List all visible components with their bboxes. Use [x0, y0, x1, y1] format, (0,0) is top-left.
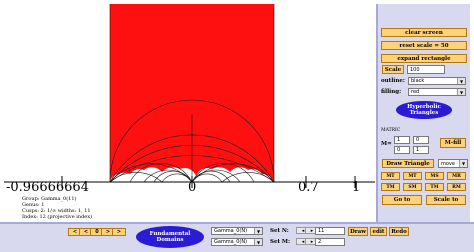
matrix-entry-11[interactable]: 1: [394, 136, 410, 144]
draw-triangle-button[interactable]: Draw Triangle: [382, 159, 434, 168]
outline-value: black: [411, 78, 425, 84]
draw-mode-value: move: [441, 160, 455, 167]
expand-rectangle-button[interactable]: expand rectangle: [381, 54, 467, 63]
arrow-left-icon: ◂: [301, 238, 305, 245]
filling-select[interactable]: red ▼: [408, 88, 466, 96]
fundamental-domains-button[interactable]: Fundamental Domains: [136, 226, 204, 248]
hyperbolic-triangles-label: Hyperbolic Triangles: [407, 104, 441, 116]
edit-button[interactable]: edit: [370, 227, 387, 236]
filling-label: filling:: [381, 89, 402, 95]
matrix-button-ms[interactable]: MS: [425, 172, 444, 180]
matrix-entry-12[interactable]: 0: [413, 136, 429, 144]
set-m-label: Set M:: [270, 239, 291, 245]
chevron-down-icon: ▼: [457, 78, 465, 84]
matrix-entry-21[interactable]: 0: [394, 146, 410, 154]
outline-select[interactable]: black ▼: [408, 77, 466, 85]
set-m-input[interactable]: 2: [315, 238, 345, 246]
hyperbolic-triangles-button[interactable]: Hyperbolic Triangles: [396, 101, 452, 119]
go-to-button[interactable]: Go to: [382, 195, 422, 205]
fundamental-domains-label: Fundamental Domains: [149, 231, 191, 243]
reset-scale-button[interactable]: reset scale = 50: [381, 41, 467, 50]
drawing-canvas[interactable]: -0.96666664 0 0.7 1 Group: Gamma_0(11) G…: [4, 4, 375, 222]
group-select-2[interactable]: Gamma_0(N) ▼: [211, 238, 263, 246]
matrix-button-mr[interactable]: MR: [447, 172, 466, 180]
index-info: Index: 12 (projective index): [22, 214, 92, 220]
bottom-toolbar: < < 0 > > Fundamental Domains Gamma_0(N)…: [0, 222, 474, 252]
group-select-2-value: Gamma_0(N): [214, 239, 248, 245]
matrix-label: MATRIC: [381, 128, 401, 133]
draw-mode-select[interactable]: move ▼: [438, 159, 468, 168]
set-n-label: Set N:: [270, 228, 289, 234]
chevron-down-icon: ▼: [457, 89, 465, 95]
matrix-button-sm[interactable]: SM: [403, 183, 422, 191]
axis-label-one: 1: [352, 180, 361, 195]
scale-input[interactable]: 100: [407, 65, 445, 74]
matrix-button-mt-2[interactable]: MT: [403, 172, 422, 180]
arrow-right-icon: ▸: [310, 238, 314, 245]
arrow-right-icon: ▸: [310, 227, 314, 234]
m-label: M=: [381, 141, 392, 147]
nav-last-button[interactable]: >: [112, 228, 126, 236]
chevron-down-icon: ▼: [254, 228, 262, 234]
control-panel: clear screen reset scale = 50 expand rec…: [376, 4, 470, 222]
matrix-button-tm-2[interactable]: TM: [425, 183, 444, 191]
scale-to-button[interactable]: Scale to: [426, 195, 466, 205]
matrix-entry-22[interactable]: 1: [413, 146, 429, 154]
m-fill-button[interactable]: M-fill: [440, 138, 466, 148]
matrix-button-rm[interactable]: RM: [447, 183, 466, 191]
redo-button[interactable]: Redo: [389, 227, 409, 236]
outline-label: outline:: [381, 78, 405, 84]
arrow-left-icon: ◂: [301, 227, 305, 234]
chevron-down-icon: ▼: [459, 160, 467, 167]
group-select-1-value: Gamma_0(N): [214, 228, 248, 234]
matrix-button-mt-1[interactable]: MT: [381, 172, 400, 180]
axis-label-zero: 0: [188, 180, 197, 195]
scale-button[interactable]: Scale: [382, 65, 404, 74]
draw-button[interactable]: Draw: [348, 227, 368, 236]
matrix-button-tm-1[interactable]: TM: [381, 183, 400, 191]
filling-value: red: [411, 89, 420, 95]
axis-label-07: 0.7: [298, 180, 319, 195]
chevron-down-icon: ▼: [254, 239, 262, 245]
axis-label-min: -0.96666664: [6, 180, 89, 195]
group-select-1[interactable]: Gamma_0(N) ▼: [211, 227, 263, 235]
clear-screen-button[interactable]: clear screen: [381, 28, 467, 37]
set-n-input[interactable]: 11: [315, 227, 345, 235]
